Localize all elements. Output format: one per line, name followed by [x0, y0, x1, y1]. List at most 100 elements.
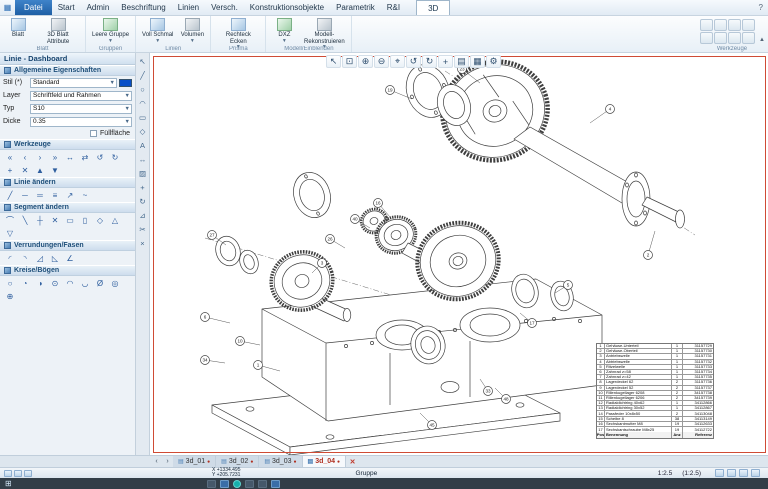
status-icon[interactable]	[727, 469, 736, 477]
tool-icon[interactable]: ◇	[93, 214, 107, 226]
tool-icon[interactable]: ◔	[18, 277, 32, 289]
layer-select[interactable]: Schriftfeld und Rahmen▼	[30, 91, 132, 101]
tool-icon[interactable]: ↔	[63, 151, 77, 163]
menu-tab[interactable]: R&I	[381, 0, 406, 15]
tool-icon[interactable]: ✕	[18, 164, 32, 176]
view-tool-icon[interactable]: ▦	[470, 55, 485, 68]
strip-tool-icon[interactable]: ▭	[137, 112, 149, 123]
tool-icon[interactable]: ⇄	[78, 151, 92, 163]
view-tool-icon[interactable]: ↻	[422, 55, 437, 68]
status-icon[interactable]	[24, 470, 32, 477]
strip-tool-icon[interactable]: ↻	[137, 196, 149, 207]
line-color-swatch[interactable]	[119, 79, 132, 87]
tool-icon[interactable]: ›	[33, 151, 47, 163]
tool-icon[interactable]: ◠	[63, 277, 77, 289]
taskbar-app-icon[interactable]	[271, 480, 280, 488]
strip-tool-icon[interactable]: ▨	[137, 168, 149, 179]
status-icon[interactable]	[4, 470, 12, 477]
view-tool-icon[interactable]: +	[438, 55, 453, 68]
tool-icon[interactable]: ▭	[63, 214, 77, 226]
tool-icon[interactable]: ╱	[3, 189, 17, 201]
strip-tool-icon[interactable]: A	[137, 140, 149, 151]
volume-button[interactable]: Volumen ▼	[178, 17, 206, 45]
sheet-scale[interactable]: 1:2.5	[658, 470, 672, 477]
sheet-attributes-button[interactable]: 3D Blatt Attribute	[35, 17, 81, 46]
type-select[interactable]: S10▼	[30, 104, 132, 114]
view-tool-icon[interactable]: ⊕	[358, 55, 373, 68]
view-tool-icon[interactable]: ⊖	[374, 55, 389, 68]
tool-icon[interactable]: Ø	[93, 277, 107, 289]
section-header-properties[interactable]: Allgemeine Eigenschaften	[0, 65, 135, 76]
view-tool-icon[interactable]: ↺	[406, 55, 421, 68]
tool-icon[interactable]: +	[3, 164, 17, 176]
selection-mode-label[interactable]: Gruppe	[356, 470, 378, 477]
thickness-select[interactable]: 0.35▼	[30, 117, 132, 127]
tool-icon[interactable]: ✕	[48, 214, 62, 226]
tab-scroll-right-icon[interactable]: ›	[162, 456, 173, 467]
tool-icon[interactable]: ◜	[3, 252, 17, 264]
chat-app-icon[interactable]	[233, 480, 241, 488]
strip-tool-icon[interactable]: ╱	[137, 70, 149, 81]
status-icon[interactable]	[715, 469, 724, 477]
strip-tool-icon[interactable]: ↔	[137, 154, 149, 165]
tool-icon[interactable]: ~	[78, 189, 92, 201]
strip-tool-icon[interactable]: ↖	[137, 56, 149, 67]
tool-icon[interactable]: ┼	[33, 214, 47, 226]
line-solid-narrow-button[interactable]: Voll Schmal ▼	[140, 17, 175, 45]
document-tab[interactable]: ▤ 3d_03 ●	[259, 456, 302, 467]
tool-icon[interactable]: ─	[18, 189, 32, 201]
tool-icon[interactable]: ◎	[108, 277, 122, 289]
ribbon-tool-icon[interactable]	[714, 19, 727, 31]
tool-icon[interactable]: ↗	[63, 189, 77, 201]
tool-icon[interactable]: ↻	[108, 151, 122, 163]
tool-icon[interactable]: ‹	[18, 151, 32, 163]
ribbon-tool-icon[interactable]	[742, 19, 755, 31]
menu-tab-3d-active[interactable]: 3D	[416, 0, 450, 15]
tool-icon[interactable]: ◿	[33, 252, 47, 264]
strip-tool-icon[interactable]: ◇	[137, 126, 149, 137]
tool-icon[interactable]: ∠	[63, 252, 77, 264]
tool-icon[interactable]: ◺	[48, 252, 62, 264]
tool-icon[interactable]: ⌒	[3, 214, 17, 226]
menu-tab[interactable]: Konstruktionsobjekte	[244, 0, 330, 15]
tab-close-icon[interactable]: ✕	[346, 456, 359, 467]
tab-scroll-left-icon[interactable]: ‹	[151, 456, 162, 467]
tool-icon[interactable]: ◑	[33, 277, 47, 289]
ribbon-tool-icon[interactable]	[700, 19, 713, 31]
section-header-tools[interactable]: Werkzeuge	[0, 139, 135, 150]
tool-icon[interactable]: ▯	[78, 214, 92, 226]
tool-icon[interactable]: «	[3, 151, 17, 163]
view-tool-icon[interactable]: ⚙	[486, 55, 501, 68]
tool-icon[interactable]: ⊕	[3, 290, 17, 302]
tool-icon[interactable]: ▼	[48, 164, 62, 176]
dxz-button[interactable]: DXZ ▼	[270, 17, 298, 45]
ribbon-tool-icon[interactable]	[742, 32, 755, 44]
taskbar-app-icon[interactable]	[220, 480, 229, 488]
menu-tab[interactable]: Beschriftung	[115, 0, 171, 15]
sheet-button[interactable]: Blatt	[4, 17, 32, 40]
tool-icon[interactable]: ○	[3, 277, 17, 289]
ribbon-collapse-icon[interactable]: ▲	[759, 37, 765, 43]
view-tool-icon[interactable]: ⌖	[390, 55, 405, 68]
ribbon-tool-icon[interactable]	[700, 32, 713, 44]
tool-icon[interactable]: ↺	[93, 151, 107, 163]
tool-icon[interactable]: ═	[33, 189, 47, 201]
menu-tab[interactable]: Versch.	[205, 0, 244, 15]
document-tab[interactable]: ▤ 3d_01 ●	[173, 456, 216, 467]
tool-icon[interactable]: △	[108, 214, 122, 226]
fill-checkbox[interactable]	[90, 130, 97, 137]
status-icon[interactable]	[14, 470, 22, 477]
tool-icon[interactable]: ◝	[18, 252, 32, 264]
ribbon-tool-icon[interactable]	[714, 32, 727, 44]
document-tab[interactable]: ▤ 3d_04 ●	[303, 456, 347, 467]
view-tool-icon[interactable]: ↖	[326, 55, 341, 68]
section-header-edit-line[interactable]: Linie ändern	[0, 177, 135, 188]
empty-group-button[interactable]: Leere Gruppe ▼	[90, 17, 131, 45]
view-tool-icon[interactable]: ▤	[454, 55, 469, 68]
document-tab[interactable]: ▤ 3d_02 ●	[216, 456, 259, 467]
section-header-edit-segment[interactable]: Segment ändern	[0, 202, 135, 213]
help-icon[interactable]: ?	[759, 3, 763, 12]
view-tool-icon[interactable]: ⊡	[342, 55, 357, 68]
strip-tool-icon[interactable]: ⊿	[137, 210, 149, 221]
status-icon[interactable]	[739, 469, 748, 477]
